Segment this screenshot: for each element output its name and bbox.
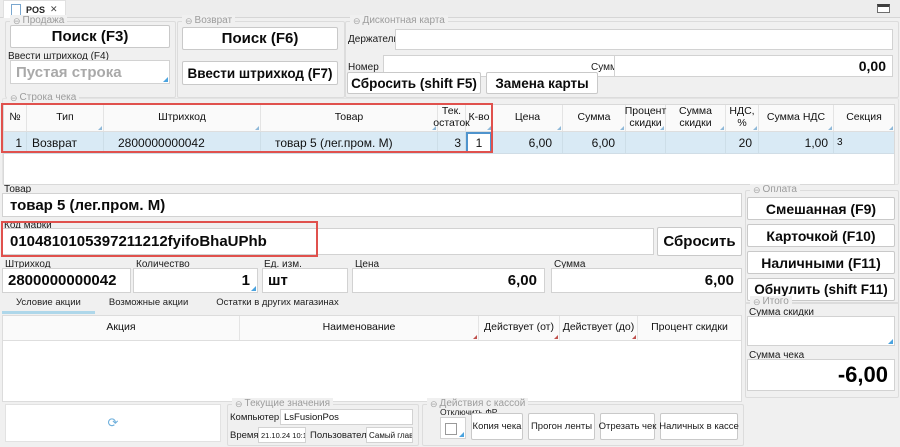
cell-barcode[interactable]: 2800000000042 (104, 132, 261, 153)
column-header[interactable]: Тек. остаток (438, 105, 466, 131)
disable-fr-checkbox-cell[interactable] (440, 417, 466, 439)
time-field[interactable]: 21.10.24 10:13 (258, 427, 306, 443)
receipt-copy-button[interactable]: Копия чека (471, 413, 523, 440)
close-icon[interactable]: ✕ (50, 5, 58, 14)
collapse-icon[interactable]: ⊖ (185, 15, 193, 27)
column-header[interactable]: Наименование (240, 316, 479, 340)
column-header[interactable]: Действует (до) (560, 316, 638, 340)
tape-feed-button[interactable]: Прогон ленты (528, 413, 595, 440)
document-icon (11, 4, 21, 16)
window-restore-icon[interactable] (877, 4, 890, 13)
user-field[interactable]: Самый главны.. (366, 427, 413, 443)
sum-field[interactable]: 6,00 (551, 268, 742, 293)
cell-section[interactable]: 3 (834, 132, 894, 153)
cell-num[interactable]: 1 (4, 132, 27, 153)
cell-qty[interactable]: 1 (466, 132, 493, 153)
barcode-field[interactable]: 2800000000042 (2, 268, 131, 293)
refund-search-button[interactable]: Поиск (F6) (182, 27, 338, 50)
sale-barcode-input[interactable]: Пустая строка (10, 60, 170, 84)
collapse-icon[interactable]: ⊖ (235, 398, 243, 410)
payment-card-button[interactable]: Карточкой (F10) (747, 224, 895, 247)
pos-window: POS ✕ ⊖ Продажа Поиск (F3) Ввести штрихк… (0, 0, 900, 447)
discount-sum-field[interactable] (747, 316, 895, 346)
receipt-table: № Тип Штрихкод Товар Тек. остаток К-во Ц… (3, 104, 895, 185)
refresh-icon[interactable]: ⟳ (6, 405, 220, 441)
tab-bar: POS ✕ (0, 0, 900, 18)
tab-promo-conditions[interactable]: Условие акции (2, 295, 95, 314)
card-replace-button[interactable]: Замена карты (486, 72, 598, 94)
cell-price[interactable]: 6,00 (493, 132, 563, 153)
focused-cell[interactable]: 1 (466, 132, 492, 153)
column-header[interactable]: Секция (834, 105, 894, 131)
card-sum-field[interactable]: 0,00 (614, 55, 893, 77)
refresh-panel: ⟳ (5, 404, 221, 442)
sale-search-button[interactable]: Поиск (F3) (10, 25, 170, 48)
column-header[interactable]: Действует (от) (479, 316, 560, 340)
mark-code-input[interactable]: 0104810105397211212fyifoBhaUPhb (2, 228, 654, 255)
product-name-field[interactable]: товар 5 (лег.пром. М) (2, 193, 742, 217)
card-holder-label: Держатель (348, 34, 399, 45)
collapse-icon[interactable]: ⊖ (353, 15, 361, 27)
tab-possible-promos[interactable]: Возможные акции (95, 295, 202, 314)
cell-type[interactable]: Возврат (27, 132, 104, 153)
cell-sum[interactable]: 6,00 (563, 132, 626, 153)
sale-barcode-placeholder: Пустая строка (16, 64, 122, 81)
payment-group-label: ⊖ Оплата (750, 184, 800, 196)
cash-in-drawer-button[interactable]: Наличных в кассе (660, 413, 738, 440)
collapse-icon[interactable]: ⊖ (430, 398, 438, 410)
user-label: Пользователь (310, 431, 372, 441)
cell-vat[interactable]: 20 (726, 132, 759, 153)
cell-product[interactable]: товар 5 (лег.пром. М) (261, 132, 438, 153)
column-header[interactable]: К-во (466, 105, 493, 131)
column-header[interactable]: НДС, % (726, 105, 759, 131)
collapse-icon[interactable]: ⊖ (753, 184, 761, 196)
time-label: Время (230, 431, 259, 441)
table-empty-area (4, 154, 894, 184)
refund-group-label: ⊖ Возврат (182, 15, 235, 27)
discount-card-group-label: ⊖ Дисконтная карта (350, 15, 448, 27)
promo-tabs: Условие акции Возможные акции Остатки в … (2, 296, 353, 314)
refund-barcode-button[interactable]: Ввести штрихкод (F7) (182, 61, 338, 85)
receipt-sum-field[interactable]: -6,00 (747, 359, 895, 391)
column-header[interactable]: Процент скидки (638, 316, 741, 340)
column-header[interactable]: Тип (27, 105, 104, 131)
unit-field[interactable]: шт (262, 268, 348, 293)
receipt-line-group-label: ⊖ Строка чека (7, 92, 79, 104)
cut-receipt-button[interactable]: Отрезать чек (600, 413, 655, 440)
cell-stock[interactable]: 3 (438, 132, 466, 153)
collapse-icon[interactable]: ⊖ (10, 92, 18, 104)
promo-table-empty-area (3, 341, 741, 401)
computer-field[interactable]: LsFusionPos (280, 409, 413, 425)
table-row[interactable]: 1 Возврат 2800000000042 товар 5 (лег.про… (4, 132, 894, 154)
column-header[interactable]: Сумма (563, 105, 626, 131)
computer-label: Компьютер (230, 413, 279, 423)
promo-table: Акция Наименование Действует (от) Действ… (2, 315, 742, 402)
tab-title: POS (26, 5, 45, 15)
payment-cash-button[interactable]: Наличными (F11) (747, 251, 895, 274)
cell-vat-sum[interactable]: 1,00 (759, 132, 834, 153)
column-header[interactable]: Процент скидки (626, 105, 666, 131)
column-header[interactable]: Сумма НДС (759, 105, 834, 131)
column-header[interactable]: Товар (261, 105, 438, 131)
checkbox-icon[interactable] (445, 423, 457, 435)
quantity-field[interactable]: 1 (133, 268, 258, 293)
payment-mixed-button[interactable]: Смешанная (F9) (747, 197, 895, 220)
column-header[interactable]: Сумма скидки (666, 105, 726, 131)
mark-reset-button[interactable]: Сбросить (657, 227, 742, 256)
column-header[interactable]: № (4, 105, 27, 131)
cell-discount-sum[interactable] (666, 132, 726, 153)
cell-discount-percent[interactable] (626, 132, 666, 153)
promo-table-header: Акция Наименование Действует (от) Действ… (3, 316, 741, 341)
card-reset-button[interactable]: Сбросить (shift F5) (347, 72, 481, 94)
price-field[interactable]: 6,00 (352, 268, 545, 293)
column-header[interactable]: Штрихкод (104, 105, 261, 131)
column-header[interactable]: Акция (3, 316, 240, 340)
column-header[interactable]: Цена (493, 105, 563, 131)
tab-other-stores-stock[interactable]: Остатки в других магазинах (202, 295, 352, 314)
receipt-table-header: № Тип Штрихкод Товар Тек. остаток К-во Ц… (4, 105, 894, 132)
card-holder-input[interactable] (395, 29, 893, 50)
